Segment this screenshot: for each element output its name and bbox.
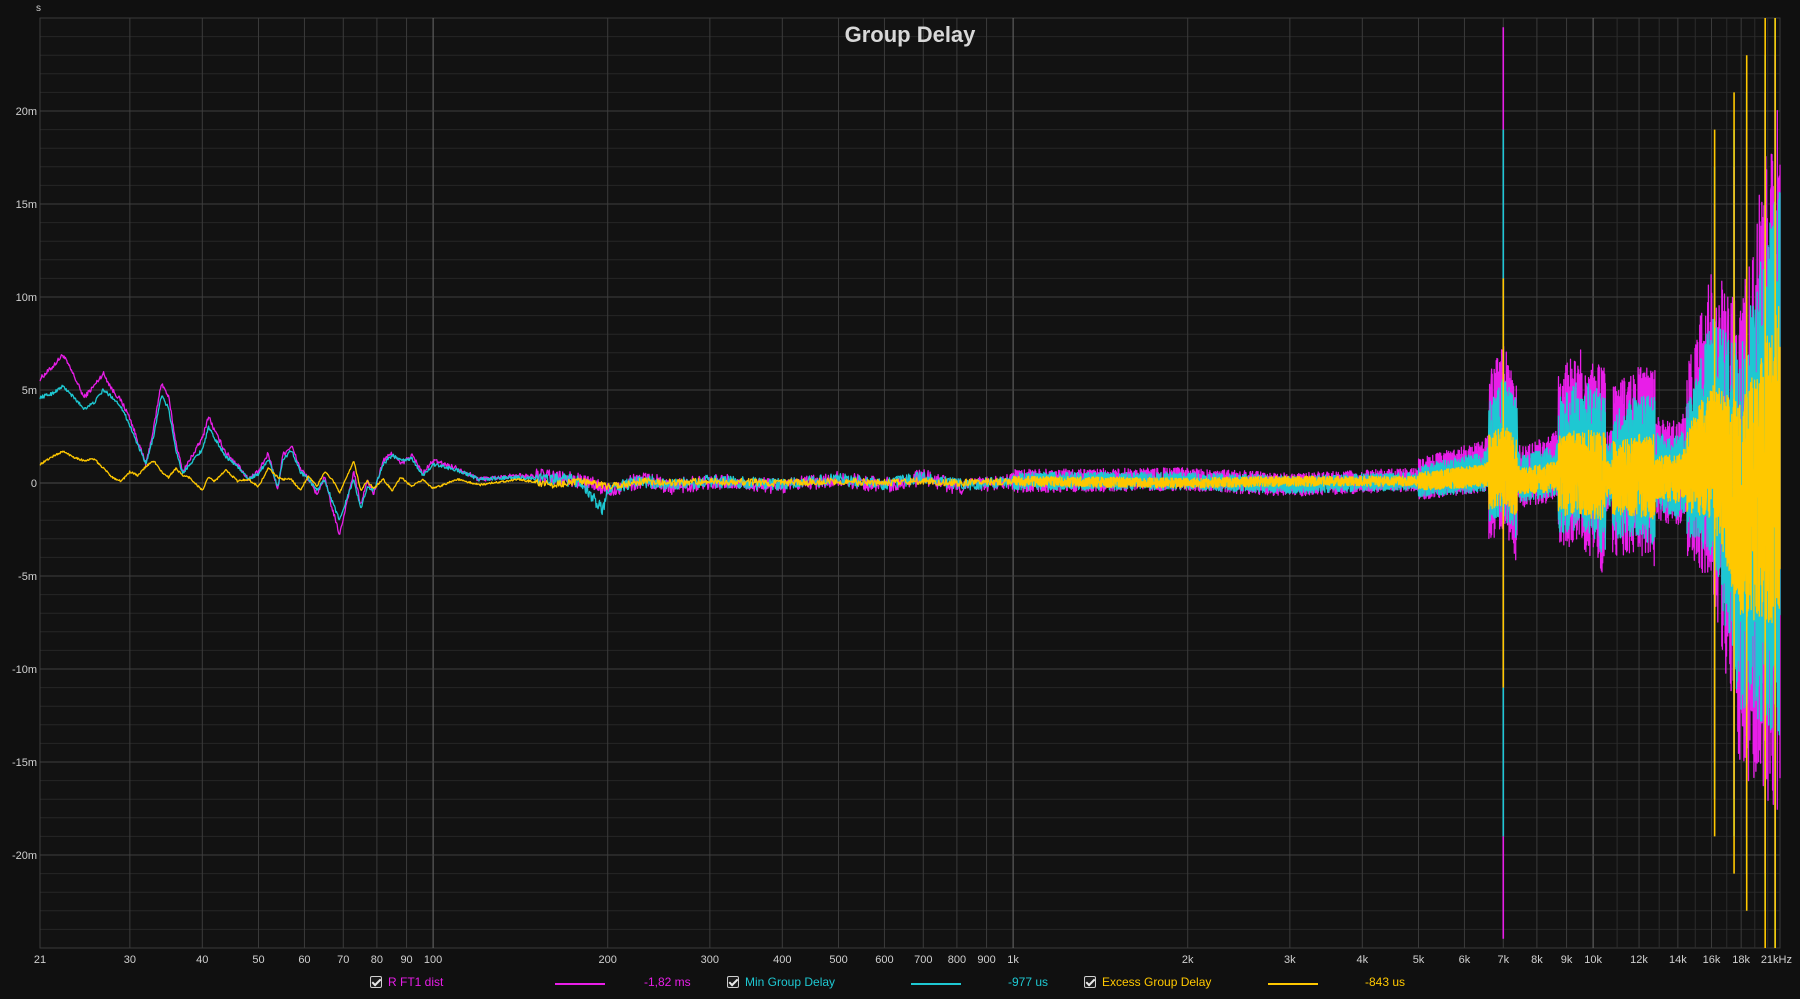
x-tick-label: 800 xyxy=(948,954,966,966)
x-tick-label: 80 xyxy=(371,954,383,966)
legend-label-min-group-delay: Min Group Delay xyxy=(745,975,836,989)
y-tick-label: 10m xyxy=(16,292,37,304)
x-tick-label: 12k xyxy=(1630,954,1648,966)
chart-title: Group Delay xyxy=(845,22,977,47)
y-tick-label: 20m xyxy=(16,106,37,118)
x-tick-label: 8k xyxy=(1531,954,1543,966)
y-tick-label: -10m xyxy=(12,664,37,676)
x-tick-label: 2k xyxy=(1182,954,1194,966)
x-tick-label: 300 xyxy=(701,954,719,966)
x-tick-label: 9k xyxy=(1561,954,1573,966)
x-tick-label: 600 xyxy=(875,954,893,966)
cursor-value-r-ft1-dist: -1,82 ms xyxy=(644,975,691,989)
legend-line-min-group-delay xyxy=(911,983,961,985)
legend-item-r-ft1-dist[interactable]: R FT1 dist xyxy=(370,970,443,994)
checkbox-excess-group-delay[interactable] xyxy=(1084,976,1096,988)
legend-item-excess-group-delay[interactable]: Excess Group Delay xyxy=(1084,970,1211,994)
y-tick-label: 5m xyxy=(22,385,37,397)
x-tick-label: 1k xyxy=(1007,954,1019,966)
x-tick-label: 7k xyxy=(1497,954,1509,966)
x-tick-label: 30 xyxy=(124,954,136,966)
x-tick-label: 14k xyxy=(1669,954,1687,966)
x-tick-label: 90 xyxy=(400,954,412,966)
x-tick-label: 40 xyxy=(196,954,208,966)
x-tick-label: 70 xyxy=(337,954,349,966)
y-tick-label: -5m xyxy=(18,571,37,583)
legend-label-excess-group-delay: Excess Group Delay xyxy=(1102,975,1212,989)
x-tick-label: 500 xyxy=(829,954,847,966)
y-tick-label: -15m xyxy=(12,757,37,769)
x-tick-label: 21 xyxy=(34,954,46,966)
x-tick-label: 900 xyxy=(977,954,995,966)
y-tick-label: 15m xyxy=(16,199,37,211)
cursor-value-min-group-delay: -977 us xyxy=(1008,975,1049,989)
x-tick-label: 5k xyxy=(1413,954,1425,966)
x-tick-label: 60 xyxy=(298,954,310,966)
checkbox-r-ft1-dist[interactable] xyxy=(370,976,382,988)
checkbox-min-group-delay[interactable] xyxy=(727,976,739,988)
y-tick-label: -20m xyxy=(12,850,37,862)
x-tick-label: 16k xyxy=(1703,954,1721,966)
y-axis-unit-label: s xyxy=(36,3,41,14)
group-delay-chart[interactable]: 21 30 40 50 60 70 80 90 100 200 300 400 500 600 700 800… xyxy=(0,0,1800,999)
cursor-value-excess-group-delay: -843 us xyxy=(1365,975,1406,989)
x-tick-label: 10k xyxy=(1584,954,1602,966)
x-tick-label: 700 xyxy=(914,954,932,966)
x-tick-label: 6k xyxy=(1459,954,1471,966)
x-tick-label: 18k xyxy=(1732,954,1750,966)
x-tick-label: 3k xyxy=(1284,954,1296,966)
x-tick-label: 21kHz xyxy=(1761,954,1792,966)
x-tick-label: 400 xyxy=(773,954,791,966)
x-tick-label: 4k xyxy=(1356,954,1368,966)
x-tick-label: 200 xyxy=(599,954,617,966)
x-tick-label: 100 xyxy=(424,954,442,966)
legend-line-r-ft1-dist xyxy=(555,983,605,985)
y-tick-label: 0 xyxy=(31,478,37,490)
x-tick-label: 50 xyxy=(252,954,264,966)
legend-label-r-ft1-dist: R FT1 dist xyxy=(388,975,444,989)
legend-line-excess-group-delay xyxy=(1268,983,1318,985)
legend-item-min-group-delay[interactable]: Min Group Delay xyxy=(727,970,835,994)
